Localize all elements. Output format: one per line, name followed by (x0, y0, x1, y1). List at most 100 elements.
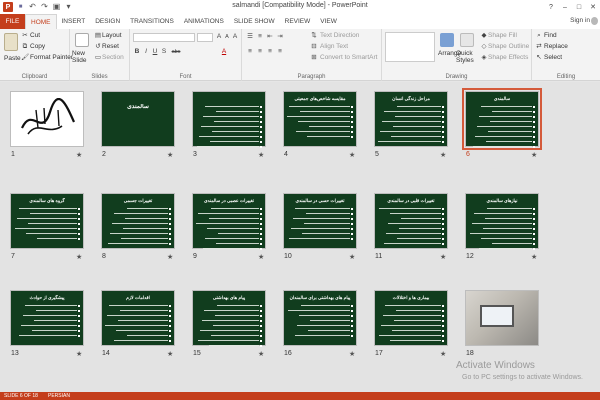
slide-thumbnail[interactable]: اقدامات لازم (101, 290, 175, 346)
tab-insert[interactable]: INSERT (57, 14, 91, 29)
slide-text-line (217, 305, 259, 307)
tab-design[interactable]: DESIGN (90, 14, 125, 29)
align-text-button[interactable]: Align Text (320, 43, 348, 50)
shape-fill-button[interactable]: Shape Fill (488, 32, 517, 39)
format-painter-button[interactable]: Format Painter (30, 54, 73, 61)
bullets-icon[interactable]: ☰ (246, 33, 254, 41)
slide-thumbnail[interactable]: بیماری ها و اختلالات (374, 290, 448, 346)
slide-thumbnail[interactable]: سالمندی (101, 91, 175, 147)
align-left-icon[interactable]: ≡ (246, 48, 254, 56)
slide-thumbnail[interactable]: سالمندی (462, 88, 542, 150)
arrange-icon[interactable] (440, 33, 454, 47)
layout-button[interactable]: Layout (102, 32, 122, 39)
tab-file[interactable]: FILE (0, 14, 25, 29)
slide-thumbnail[interactable] (10, 91, 84, 147)
tab-home[interactable]: HOME (25, 14, 57, 29)
slide-thumbnail[interactable]: تغییرات قلبی در سالمندی (374, 193, 448, 249)
shape-outline-button[interactable]: Shape Outline (488, 43, 529, 50)
reset-button[interactable]: Reset (102, 43, 119, 50)
section-icon[interactable]: ▭ (94, 54, 102, 62)
shape-fill-icon[interactable]: ◆ (480, 32, 488, 40)
slide-thumbnail[interactable]: پیام های بهداشتی برای سالمندان (283, 290, 357, 346)
decrease-indent-icon[interactable]: ⇤ (266, 33, 274, 41)
underline-button[interactable]: U (151, 48, 159, 56)
undo-icon[interactable]: ↶ (28, 2, 37, 12)
shape-outline-icon[interactable]: ◇ (480, 43, 488, 51)
paste-icon[interactable] (4, 33, 18, 51)
grow-font-icon[interactable]: A (215, 33, 223, 41)
paste-button[interactable]: Paste (4, 55, 21, 62)
find-icon[interactable]: ⌕ (535, 32, 543, 40)
convert-smartart-button[interactable]: Convert to SmartArt (320, 54, 377, 61)
close-button[interactable]: ✕ (586, 0, 600, 14)
bold-button[interactable]: B (133, 48, 141, 56)
help-button[interactable]: ? (544, 0, 558, 14)
slide-text-line (198, 213, 259, 215)
tab-view[interactable]: VIEW (315, 14, 342, 29)
quick-styles-button[interactable]: Quick Styles (456, 50, 478, 64)
cut-button[interactable]: Cut (30, 32, 40, 39)
text-shadow-button[interactable]: S (160, 48, 168, 56)
font-size-field[interactable] (197, 33, 213, 42)
copy-button[interactable]: Copy (30, 43, 45, 50)
shape-effects-icon[interactable]: ◈ (480, 54, 488, 62)
minimize-button[interactable]: – (558, 0, 572, 14)
tab-review[interactable]: REVIEW (280, 14, 316, 29)
save-icon[interactable]: ■ (16, 2, 25, 12)
tab-slide-show[interactable]: SLIDE SHOW (229, 14, 280, 29)
slide-thumbnail[interactable] (465, 290, 539, 346)
customize-qat-icon[interactable]: ▾ (64, 2, 73, 12)
find-button[interactable]: Find (544, 32, 557, 39)
shrink-font-icon[interactable]: A (223, 33, 231, 41)
select-icon[interactable]: ↖ (535, 54, 543, 62)
layout-icon[interactable]: ▤ (94, 32, 102, 40)
cut-icon[interactable]: ✂ (21, 32, 29, 40)
slide-thumbnail-title: سالمندی (493, 96, 511, 101)
tab-transitions[interactable]: TRANSITIONS (125, 14, 179, 29)
text-direction-button[interactable]: Text Direction (320, 32, 359, 39)
slide-thumbnail[interactable]: تغییرات عصبی در سالمندی (192, 193, 266, 250)
replace-button[interactable]: Replace (544, 43, 568, 50)
font-color-button[interactable]: A (220, 48, 228, 56)
align-text-icon[interactable]: ⊟ (310, 43, 318, 51)
numbering-icon[interactable]: ≡ (256, 33, 264, 41)
format-painter-icon[interactable]: 🖌 (21, 54, 29, 62)
slide-thumbnail[interactable]: تغییرات جسمی (101, 193, 175, 249)
slide-thumbnail[interactable]: مراحل زندگی انسان (374, 91, 448, 147)
slide-thumbnail[interactable]: نیازهای سالمندی (465, 193, 539, 250)
align-right-icon[interactable]: ≡ (266, 48, 274, 56)
slide-thumbnail[interactable]: پیام های بهداشتی (192, 290, 266, 347)
account-avatar-icon[interactable] (591, 17, 598, 25)
redo-icon[interactable]: ↷ (40, 2, 49, 12)
select-button[interactable]: Select (544, 54, 562, 61)
shapes-gallery[interactable] (385, 32, 435, 62)
maximize-button[interactable]: □ (572, 0, 586, 14)
justify-icon[interactable]: ≡ (276, 48, 284, 56)
italic-button[interactable]: I (142, 48, 150, 56)
align-center-icon[interactable]: ≡ (256, 48, 264, 56)
section-button[interactable]: Section (102, 54, 124, 61)
language-indicator[interactable]: PERSIAN (48, 393, 70, 399)
strikethrough-button[interactable]: abc (169, 48, 183, 56)
replace-icon[interactable]: ⇄ (535, 43, 543, 51)
increase-indent-icon[interactable]: ⇥ (276, 33, 284, 41)
tab-animations[interactable]: ANIMATIONS (179, 14, 229, 29)
smartart-icon[interactable]: ⊞ (310, 54, 318, 62)
clear-formatting-icon[interactable]: A (231, 33, 239, 41)
quick-styles-icon[interactable] (460, 33, 474, 47)
start-slideshow-icon[interactable]: ▣ (52, 2, 61, 12)
slide-text-line (395, 116, 441, 118)
slide-thumbnail[interactable]: گروه های سالمندی (10, 193, 84, 249)
font-name-field[interactable] (133, 33, 195, 42)
new-slide-icon[interactable] (75, 33, 89, 47)
slide-thumbnail[interactable]: مقایسه شاخص‌های جمعیتی (283, 91, 357, 147)
slide-thumbnail[interactable]: تغییرات حسی در سالمندی (283, 193, 357, 249)
new-slide-button[interactable]: New Slide (72, 50, 94, 64)
slide-thumbnail[interactable] (192, 91, 266, 148)
sign-in-link[interactable]: Sign in (570, 17, 590, 24)
copy-icon[interactable]: ⧉ (21, 43, 29, 51)
text-direction-icon[interactable]: ⇅ (310, 32, 318, 40)
slide-thumbnail[interactable]: پیشگیری از حوادث (10, 290, 84, 346)
reset-icon[interactable]: ↺ (94, 43, 102, 51)
shape-effects-button[interactable]: Shape Effects (488, 54, 528, 61)
